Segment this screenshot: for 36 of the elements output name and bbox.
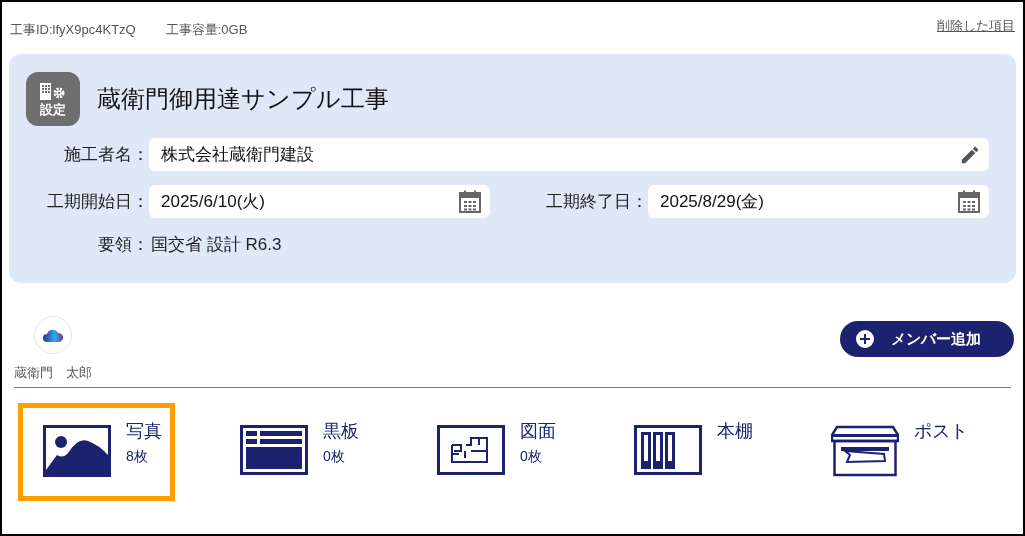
start-date-label: 工期開始日： (46, 190, 149, 213)
standard-value: 国交省 設計 R6.3 (150, 234, 282, 256)
board-icon (240, 425, 308, 475)
tile-label: 本棚 (717, 420, 753, 443)
deleted-items-link[interactable]: 削除した項目 (937, 16, 1015, 36)
member-name: 蔵衛門 太郎 (14, 363, 92, 382)
plus-circle-icon (856, 330, 874, 348)
settings-button[interactable]: 設定 (26, 72, 80, 126)
category-tile[interactable]: 図面 0枚 (412, 403, 569, 501)
post-box-icon (831, 425, 899, 477)
category-tile[interactable]: 写真 8枚 (18, 403, 175, 501)
category-tile[interactable]: 本棚 (609, 403, 766, 501)
calendar-icon[interactable] (458, 189, 482, 214)
standard-label: 要領： (97, 234, 149, 256)
contractor-field[interactable]: 株式会社蔵衛門建設 (149, 138, 989, 171)
project-title: 蔵衛門御用達サンプル工事 (97, 84, 389, 114)
image-icon (43, 425, 111, 477)
project-id: 工事ID:lfyX9pc4KTzQ (10, 21, 136, 40)
binders-icon (634, 425, 702, 475)
floor-plan-icon (437, 425, 505, 475)
contractor-label: 施工者名： (63, 143, 149, 166)
tile-count: 0枚 (323, 447, 346, 466)
tile-count: 8枚 (126, 447, 149, 466)
start-date-field[interactable]: 2025/6/10(火) (149, 185, 490, 218)
tile-count: 0枚 (520, 447, 543, 466)
tile-label: 黒板 (323, 420, 359, 443)
tile-label: 写真 (126, 420, 162, 443)
calendar-icon[interactable] (957, 189, 981, 214)
end-date-label: 工期終了日： (545, 190, 648, 213)
project-capacity: 工事容量:0GB (165, 21, 248, 40)
cloud-icon (43, 327, 63, 342)
tile-label: 図面 (520, 420, 556, 443)
end-date-field[interactable]: 2025/8/29(金) (648, 185, 989, 218)
category-tile[interactable]: 黒板 0枚 (215, 403, 372, 501)
add-member-button[interactable]: メンバー追加 (840, 321, 1014, 357)
building-gear-icon (40, 82, 66, 100)
